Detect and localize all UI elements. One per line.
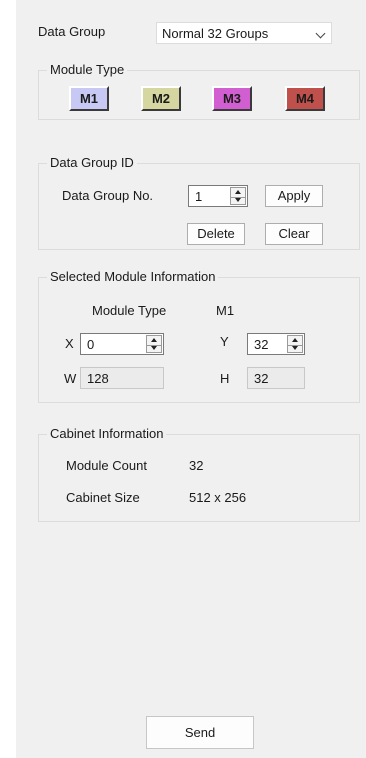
- data-group-label: Data Group: [38, 24, 106, 39]
- module-m2-button[interactable]: M2: [141, 86, 181, 111]
- y-stepper[interactable]: 32: [247, 333, 305, 355]
- spin-arrows-icon[interactable]: [287, 335, 303, 353]
- delete-button[interactable]: Delete: [187, 223, 245, 245]
- x-value: 0: [87, 337, 95, 352]
- w-field: 128: [80, 367, 164, 389]
- h-field: 32: [247, 367, 305, 389]
- w-value: 128: [87, 371, 109, 386]
- module-m1-button[interactable]: M1: [69, 86, 109, 111]
- x-label: X: [65, 336, 74, 351]
- cabinet-size-value: 512 x 256: [189, 490, 247, 505]
- data-group-no-label: Data Group No.: [62, 188, 154, 203]
- data-group-id-group-title: Data Group ID: [47, 155, 137, 171]
- x-stepper[interactable]: 0: [80, 333, 164, 355]
- send-button[interactable]: Send: [146, 716, 254, 749]
- data-group-no-stepper[interactable]: 1: [188, 185, 248, 207]
- h-label: H: [220, 371, 230, 386]
- data-group-select[interactable]: Normal 32 Groups: [156, 22, 332, 44]
- w-label: W: [64, 371, 77, 386]
- module-type-label: Module Type: [92, 303, 167, 318]
- selected-module-info-title: Selected Module Information: [47, 269, 219, 285]
- spin-arrows-icon[interactable]: [230, 187, 246, 205]
- module-m4-button[interactable]: M4: [285, 86, 325, 111]
- h-value: 32: [254, 371, 269, 386]
- cabinet-info-group: Cabinet Information: [38, 426, 360, 522]
- data-group-select-value: Normal 32 Groups: [162, 26, 269, 41]
- cabinet-size-label: Cabinet Size: [66, 490, 140, 505]
- data-group-no-value: 1: [195, 189, 203, 204]
- module-count-label: Module Count: [66, 458, 147, 473]
- cabinet-info-title: Cabinet Information: [47, 426, 167, 442]
- clear-button[interactable]: Clear: [265, 223, 323, 245]
- module-m3-button[interactable]: M3: [212, 86, 252, 111]
- chevron-down-icon: [315, 28, 326, 39]
- y-label: Y: [220, 334, 229, 349]
- y-value: 32: [254, 337, 269, 352]
- module-count-value: 32: [189, 458, 204, 473]
- module-type-value: M1: [216, 303, 235, 318]
- spin-arrows-icon[interactable]: [146, 335, 162, 353]
- module-type-group-title: Module Type: [47, 62, 128, 78]
- apply-button[interactable]: Apply: [265, 185, 323, 207]
